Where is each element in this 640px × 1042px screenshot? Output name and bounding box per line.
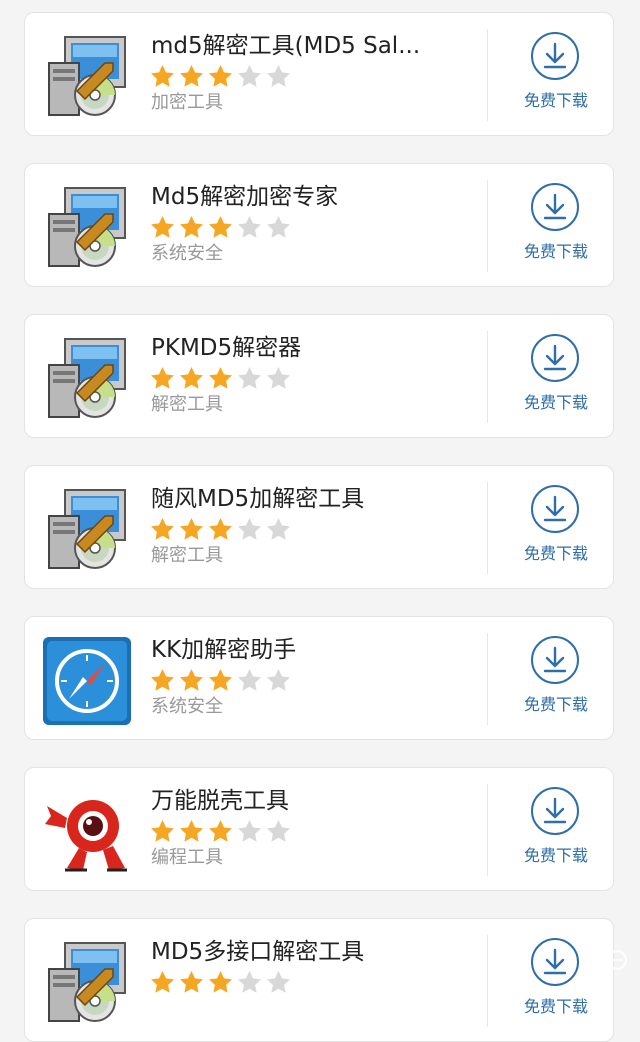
download-icon[interactable] (530, 484, 580, 534)
card-divider (487, 784, 488, 876)
star-filled-icon (178, 818, 205, 845)
rating-stars (149, 667, 294, 695)
rating-stars (149, 365, 294, 393)
star-empty-icon (236, 667, 263, 694)
rating-stars (149, 516, 294, 544)
app-title[interactable]: Md5解密加密专家 (151, 182, 451, 212)
download-label[interactable]: 免费下载 (501, 695, 611, 715)
download-label[interactable]: 免费下载 (501, 846, 611, 866)
download-button[interactable]: 免费下载 (501, 178, 611, 276)
card-divider (487, 29, 488, 121)
watermark (606, 949, 628, 971)
star-filled-icon (149, 667, 176, 694)
download-button[interactable]: 免费下载 (501, 27, 611, 125)
rating-stars (149, 63, 294, 91)
star-filled-icon (207, 818, 234, 845)
star-empty-icon (265, 365, 292, 392)
star-empty-icon (236, 516, 263, 543)
installer-icon[interactable] (43, 184, 131, 272)
star-filled-icon (207, 214, 234, 241)
star-filled-icon (178, 969, 205, 996)
star-filled-icon (207, 667, 234, 694)
app-card[interactable]: MD5多接口解密工具免费下载 (24, 918, 614, 1042)
download-icon[interactable] (530, 937, 580, 987)
installer-icon[interactable] (43, 939, 131, 1027)
star-empty-icon (236, 818, 263, 845)
download-button[interactable]: 免费下载 (501, 480, 611, 578)
star-empty-icon (236, 63, 263, 90)
app-category: 系统安全 (151, 696, 223, 717)
star-empty-icon (236, 365, 263, 392)
app-card[interactable]: 随风MD5加解密工具解密工具 免费下载 (24, 465, 614, 589)
star-filled-icon (207, 365, 234, 392)
star-empty-icon (265, 516, 292, 543)
download-label[interactable]: 免费下载 (501, 91, 611, 111)
card-divider (487, 935, 488, 1027)
app-card[interactable]: 万能脱壳工具编程工具 免费下载 (24, 767, 614, 891)
download-button[interactable]: 免费下载 (501, 329, 611, 427)
download-icon[interactable] (530, 31, 580, 81)
star-empty-icon (236, 214, 263, 241)
chat-bubble-icon (607, 950, 627, 970)
download-button[interactable]: 免费下载 (501, 631, 611, 729)
download-icon[interactable] (530, 333, 580, 383)
app-category: 加密工具 (151, 92, 223, 113)
star-filled-icon (149, 214, 176, 241)
rating-stars (149, 214, 294, 242)
star-filled-icon (149, 365, 176, 392)
star-filled-icon (149, 63, 176, 90)
app-category: 系统安全 (151, 243, 223, 264)
download-label[interactable]: 免费下载 (501, 242, 611, 262)
star-empty-icon (236, 969, 263, 996)
app-title[interactable]: MD5多接口解密工具 (151, 937, 451, 967)
star-filled-icon (178, 365, 205, 392)
star-filled-icon (149, 969, 176, 996)
rating-stars (149, 969, 294, 997)
star-empty-icon (265, 63, 292, 90)
app-card[interactable]: md5解密工具(MD5 Sal... 加密工具 免费下载 (24, 12, 614, 136)
app-title[interactable]: 随风MD5加解密工具 (151, 484, 451, 514)
app-category: 解密工具 (151, 545, 223, 566)
star-empty-icon (265, 969, 292, 996)
star-filled-icon (207, 63, 234, 90)
star-filled-icon (178, 63, 205, 90)
card-divider (487, 633, 488, 725)
star-filled-icon (149, 516, 176, 543)
download-icon[interactable] (530, 182, 580, 232)
star-empty-icon (265, 818, 292, 845)
download-icon[interactable] (530, 786, 580, 836)
star-filled-icon (178, 667, 205, 694)
card-divider (487, 180, 488, 272)
star-filled-icon (207, 969, 234, 996)
star-empty-icon (265, 214, 292, 241)
app-card[interactable]: PKMD5解密器解密工具 免费下载 (24, 314, 614, 438)
app-title[interactable]: 万能脱壳工具 (151, 786, 451, 816)
app-title[interactable]: KK加解密助手 (151, 635, 451, 665)
installer-icon[interactable] (43, 33, 131, 121)
download-icon[interactable] (530, 635, 580, 685)
download-button[interactable]: 免费下载 (501, 782, 611, 880)
app-category: 编程工具 (151, 847, 223, 868)
download-button[interactable]: 免费下载 (501, 933, 611, 1031)
installer-icon[interactable] (43, 486, 131, 574)
download-label[interactable]: 免费下载 (501, 997, 611, 1017)
app-title[interactable]: md5解密工具(MD5 Sal... (151, 31, 451, 61)
app-card[interactable]: KK加解密助手系统安全 免费下载 (24, 616, 614, 740)
card-divider (487, 482, 488, 574)
star-filled-icon (178, 214, 205, 241)
star-filled-icon (178, 516, 205, 543)
rating-stars (149, 818, 294, 846)
card-divider (487, 331, 488, 423)
app-title[interactable]: PKMD5解密器 (151, 333, 451, 363)
download-label[interactable]: 免费下载 (501, 544, 611, 564)
app-category: 解密工具 (151, 394, 223, 415)
star-empty-icon (265, 667, 292, 694)
installer-icon[interactable] (43, 335, 131, 423)
star-filled-icon (207, 516, 234, 543)
download-label[interactable]: 免费下载 (501, 393, 611, 413)
app-card[interactable]: Md5解密加密专家系统安全 免费下载 (24, 163, 614, 287)
compass-icon[interactable] (43, 637, 131, 725)
mascot-icon[interactable] (43, 788, 131, 876)
star-filled-icon (149, 818, 176, 845)
